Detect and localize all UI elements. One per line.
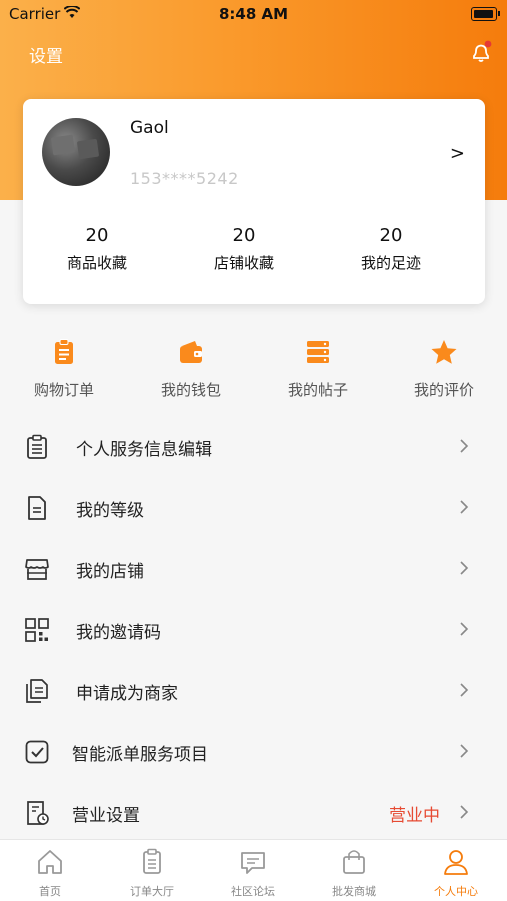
stat-value: 20 — [232, 225, 256, 246]
home-icon — [38, 850, 62, 874]
tab-wholesale[interactable]: 批发商城 — [314, 847, 394, 899]
quick-action-label: 我的钱包 — [160, 381, 221, 399]
stat-label: 我的足迹 — [360, 254, 421, 272]
quick-action-wallet[interactable]: 我的钱包 — [136, 338, 246, 400]
quick-action-orders[interactable]: 购物订单 — [9, 338, 119, 400]
chevron-right-icon — [460, 622, 469, 636]
menu-item-my-store[interactable]: 我的店铺 — [0, 538, 507, 599]
tab-personal-center[interactable]: 个人中心 — [416, 847, 496, 899]
menu-item-label: 智能派单服务项目 — [72, 745, 208, 765]
documents-icon — [26, 679, 48, 703]
bell-icon[interactable] — [469, 40, 493, 64]
menu-item-my-level[interactable]: 我的等级 — [0, 477, 507, 538]
settings-button[interactable]: 设置 — [29, 42, 63, 67]
person-icon — [444, 850, 468, 875]
wallet-icon — [180, 341, 202, 363]
menu-item-label: 我的等级 — [76, 501, 144, 521]
menu-item-label: 营业设置 — [72, 806, 140, 826]
clock: 8:48 AM — [218, 5, 289, 23]
business-settings-icon — [27, 801, 49, 825]
tab-label: 批发商城 — [332, 885, 376, 898]
tab-label: 首页 — [39, 885, 61, 898]
bag-icon — [343, 850, 365, 874]
menu-item-invite-code[interactable]: 我的邀请码 — [0, 599, 507, 660]
notification-dot — [484, 40, 492, 48]
menu-item-label: 我的店铺 — [76, 562, 144, 582]
chevron-right-icon — [460, 805, 469, 819]
store-icon — [25, 559, 49, 580]
profile-arrow[interactable]: > — [450, 143, 465, 164]
tab-home[interactable]: 首页 — [10, 847, 90, 899]
clipboard-icon — [55, 339, 73, 364]
document-icon — [28, 496, 46, 520]
tab-label: 社区论坛 — [231, 885, 275, 898]
menu-item-business-settings[interactable]: 营业设置 营业中 — [0, 782, 507, 843]
star-icon — [431, 340, 457, 364]
tab-bar: 首页 订单大厅 社区论坛 批发商城 个人中心 — [0, 839, 507, 901]
order-icon — [143, 848, 161, 874]
chevron-right-icon — [460, 439, 469, 453]
battery-icon — [471, 7, 500, 21]
stat-label: 店铺收藏 — [213, 254, 274, 272]
qr-code-icon — [25, 618, 49, 642]
tab-forum[interactable]: 社区论坛 — [213, 847, 293, 899]
stat-item-store-favorites[interactable]: 20 店铺收藏 — [189, 225, 299, 273]
menu-item-dispatch-services[interactable]: 智能派单服务项目 — [0, 721, 507, 782]
business-status-badge: 营业中 — [389, 806, 440, 826]
menu-item-label: 个人服务信息编辑 — [76, 440, 212, 460]
menu-item-label: 我的邀请码 — [76, 623, 161, 643]
tab-label: 个人中心 — [434, 885, 478, 898]
quick-action-label: 我的帖子 — [287, 381, 348, 399]
stack-icon — [307, 341, 329, 363]
chevron-right-icon — [460, 744, 469, 758]
stat-label: 商品收藏 — [66, 254, 127, 272]
chevron-right-icon — [460, 561, 469, 575]
menu-item-become-merchant[interactable]: 申请成为商家 — [0, 660, 507, 721]
avatar[interactable] — [42, 118, 110, 186]
quick-action-reviews[interactable]: 我的评价 — [389, 338, 499, 400]
tab-order-hall[interactable]: 订单大厅 — [112, 847, 192, 899]
chat-icon — [241, 852, 265, 874]
profile-card[interactable]: Gaol 153****5242 > 20 商品收藏 20 店铺收藏 20 我的… — [23, 99, 485, 304]
menu-item-service-info[interactable]: 个人服务信息编辑 — [0, 416, 507, 477]
tab-label: 订单大厅 — [130, 885, 174, 898]
checkbox-icon — [25, 740, 49, 764]
menu-item-label: 申请成为商家 — [76, 684, 178, 704]
chevron-right-icon — [460, 683, 469, 697]
menu-list: 个人服务信息编辑 我的等级 我的店铺 我的邀请码 申请成为商家 智能派单服务项目… — [0, 416, 507, 843]
quick-action-posts[interactable]: 我的帖子 — [263, 338, 373, 400]
quick-action-label: 我的评价 — [413, 381, 474, 399]
clipboard-outline-icon — [27, 434, 47, 459]
phone-number: 153****5242 — [130, 169, 239, 188]
stat-item-product-favorites[interactable]: 20 商品收藏 — [42, 225, 152, 273]
stat-value: 20 — [85, 225, 109, 246]
chevron-right-icon — [460, 500, 469, 514]
username: Gaol — [130, 118, 169, 138]
quick-action-label: 购物订单 — [33, 381, 94, 399]
status-bar: Carrier 8:48 AM — [0, 0, 507, 28]
stat-item-footprints[interactable]: 20 我的足迹 — [336, 225, 446, 273]
stat-value: 20 — [379, 225, 403, 246]
